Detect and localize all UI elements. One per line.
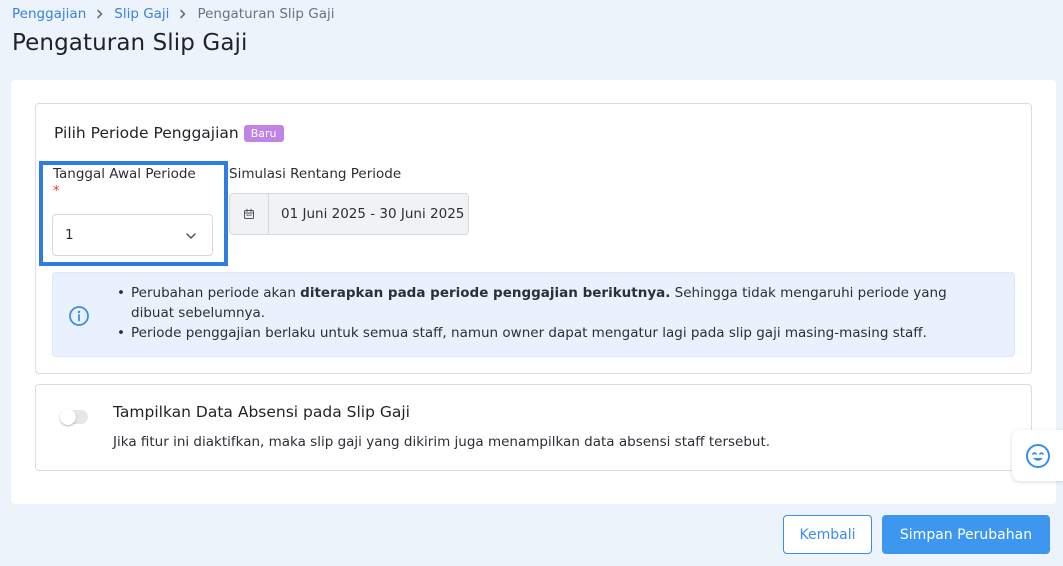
new-badge: Baru	[243, 124, 284, 142]
chevron-right-icon	[86, 5, 114, 23]
breadcrumb-current: Pengaturan Slip Gaji	[197, 6, 335, 22]
absensi-description: Jika fitur ini diaktifkan, maka slip gaj…	[113, 434, 771, 450]
required-mark: *	[53, 184, 60, 199]
info-list: Perubahan periode akan diterapkan pada p…	[117, 283, 991, 343]
start-period-value: 1	[65, 227, 74, 243]
range-simulation-value: 01 Juni 2025 - 30 Juni 2025	[281, 206, 465, 222]
start-period-label: Tanggal Awal Periode	[53, 166, 196, 182]
absensi-toggle[interactable]	[60, 409, 88, 425]
info-icon	[69, 306, 89, 326]
feedback-button[interactable]	[1012, 430, 1063, 481]
save-changes-button[interactable]: Simpan Perubahan	[882, 515, 1050, 554]
breadcrumb-link-penggajian[interactable]: Penggajian	[12, 6, 86, 22]
smiley-icon	[1025, 443, 1050, 468]
info-item: Periode penggajian berlaku untuk semua s…	[117, 323, 991, 343]
range-simulation-label: Simulasi Rentang Periode	[229, 166, 402, 182]
toggle-knob	[60, 409, 76, 425]
chevron-down-icon	[186, 233, 196, 239]
period-section-title: Pilih Periode Penggajian Baru	[54, 124, 284, 142]
calendar-icon	[230, 194, 269, 234]
info-item-text: Perubahan periode akan	[131, 285, 301, 301]
breadcrumb: Penggajian Slip Gaji Pengaturan Slip Gaj…	[12, 5, 335, 23]
info-item: Perubahan periode akan diterapkan pada p…	[117, 283, 991, 323]
chevron-right-icon	[169, 5, 197, 23]
absensi-title: Tampilkan Data Absensi pada Slip Gaji	[113, 403, 410, 421]
info-box: Perubahan periode akan diterapkan pada p…	[52, 272, 1015, 357]
breadcrumb-link-slip-gaji[interactable]: Slip Gaji	[114, 6, 169, 22]
start-period-select[interactable]: 1	[52, 214, 213, 256]
page-title: Pengaturan Slip Gaji	[12, 30, 248, 56]
back-button[interactable]: Kembali	[783, 515, 872, 554]
page: Penggajian Slip Gaji Pengaturan Slip Gaj…	[0, 0, 1063, 566]
range-simulation-field: 01 Juni 2025 - 30 Juni 2025	[229, 193, 469, 235]
info-item-bold-text: diterapkan pada periode penggajian berik…	[300, 285, 671, 301]
settings-card: Pilih Periode Penggajian Baru Tanggal Aw…	[11, 80, 1056, 504]
period-section-title-text: Pilih Periode Penggajian	[54, 124, 239, 142]
period-section: Pilih Periode Penggajian Baru Tanggal Aw…	[35, 103, 1032, 374]
absensi-section: Tampilkan Data Absensi pada Slip Gaji Ji…	[35, 384, 1032, 471]
